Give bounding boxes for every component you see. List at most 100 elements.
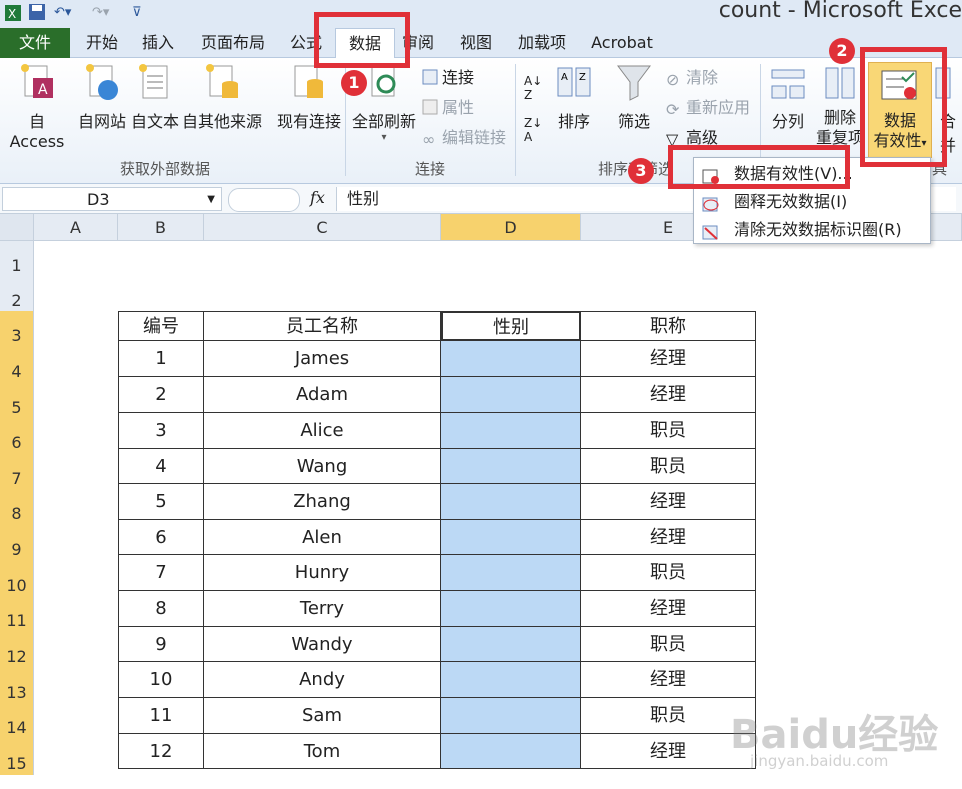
name-box-dropdown-icon[interactable]: ▼ <box>207 188 215 212</box>
redo-icon[interactable]: ↷▾ <box>92 3 109 23</box>
column-header-a[interactable]: A <box>34 214 118 241</box>
table-cell[interactable] <box>441 555 581 591</box>
table-cell[interactable]: Sam <box>204 698 441 734</box>
table-cell[interactable] <box>441 698 581 734</box>
table-cell[interactable] <box>441 449 581 484</box>
table-cell[interactable]: 9 <box>118 627 204 662</box>
table-header-cell[interactable]: 性别 <box>441 311 581 341</box>
insert-function-icon[interactable]: fx <box>310 188 325 207</box>
table-cell[interactable]: 经理 <box>581 484 756 520</box>
menu-item-clear-circles[interactable]: 清除无效数据标识圈(R) <box>694 216 930 244</box>
from-access-button[interactable]: A 自 Access <box>0 62 74 151</box>
table-cell[interactable] <box>441 520 581 555</box>
table-header-cell[interactable]: 编号 <box>118 311 204 341</box>
table-cell[interactable]: 4 <box>118 449 204 484</box>
tab-acrobat[interactable]: Acrobat <box>586 28 658 58</box>
table-cell[interactable] <box>441 377 581 413</box>
table-cell[interactable]: Hunry <box>204 555 441 591</box>
formula-bar-divider-handle[interactable] <box>228 188 300 212</box>
table-cell[interactable]: 职员 <box>581 449 756 484</box>
table-cell[interactable]: 10 <box>118 662 204 698</box>
row-header[interactable]: 1 <box>0 241 34 276</box>
row-header[interactable]: 3 <box>0 311 34 347</box>
table-cell[interactable]: 职员 <box>581 627 756 662</box>
row-header[interactable]: 8 <box>0 489 34 525</box>
table-cell[interactable] <box>441 591 581 627</box>
table-cell[interactable] <box>441 484 581 520</box>
row-header[interactable]: 5 <box>0 383 34 418</box>
tab-addins[interactable]: 加载项 <box>512 28 572 58</box>
sort-ascending-icon[interactable]: A↓ Z <box>524 74 542 102</box>
select-all-corner[interactable] <box>0 214 34 241</box>
sort-descending-icon[interactable]: Z↓ A <box>524 116 542 144</box>
table-cell[interactable]: 1 <box>118 341 204 377</box>
row-header[interactable]: 11 <box>0 596 34 632</box>
sort-button[interactable]: AZ 排序 <box>552 62 596 132</box>
table-cell[interactable]: Andy <box>204 662 441 698</box>
column-header-b[interactable]: B <box>118 214 204 241</box>
table-cell[interactable]: 经理 <box>581 341 756 377</box>
connections-button[interactable]: 连接 <box>422 66 474 90</box>
tab-home[interactable]: 开始 <box>80 28 124 58</box>
table-cell[interactable]: Wandy <box>204 627 441 662</box>
row-header[interactable]: 4 <box>0 347 34 383</box>
from-other-sources-button[interactable]: 自其他来源 <box>180 62 264 132</box>
table-cell[interactable]: 12 <box>118 734 204 769</box>
remove-duplicates-button[interactable]: 删除 重复项 <box>814 62 866 148</box>
table-cell[interactable]: 经理 <box>581 591 756 627</box>
menu-item-circle-invalid[interactable]: 圈释无效数据(I) <box>694 188 930 216</box>
text-to-columns-button[interactable]: 分列 <box>766 62 810 132</box>
row-header[interactable]: 10 <box>0 561 34 596</box>
table-cell[interactable]: 3 <box>118 413 204 449</box>
row-header[interactable]: 12 <box>0 632 34 668</box>
table-cell[interactable]: Terry <box>204 591 441 627</box>
save-icon[interactable] <box>28 3 46 23</box>
reapply-button[interactable]: ⟳ 重新应用 <box>666 96 750 120</box>
table-cell[interactable]: 8 <box>118 591 204 627</box>
row-header[interactable]: 13 <box>0 668 34 703</box>
table-cell[interactable] <box>441 662 581 698</box>
tab-page-layout[interactable]: 页面布局 <box>196 28 270 58</box>
filter-button[interactable]: 筛选 <box>612 62 656 132</box>
row-header[interactable]: 14 <box>0 703 34 739</box>
table-cell[interactable]: Tom <box>204 734 441 769</box>
table-cell[interactable]: 6 <box>118 520 204 555</box>
existing-connections-button[interactable]: 现有连接 <box>274 62 344 132</box>
column-header-d[interactable]: D <box>441 214 581 241</box>
from-text-button[interactable]: 自文本 <box>130 62 180 132</box>
clear-button[interactable]: ⊘ 清除 <box>666 66 718 90</box>
table-cell[interactable]: Alice <box>204 413 441 449</box>
table-cell[interactable]: 5 <box>118 484 204 520</box>
table-cell[interactable]: Wang <box>204 449 441 484</box>
table-cell[interactable] <box>441 734 581 769</box>
table-cell[interactable]: Adam <box>204 377 441 413</box>
table-cell[interactable]: 经理 <box>581 520 756 555</box>
customize-qat-icon[interactable]: ⊽ <box>132 3 142 23</box>
table-cell[interactable]: 职员 <box>581 413 756 449</box>
table-header-cell[interactable]: 职称 <box>581 311 756 341</box>
table-header-cell[interactable]: 员工名称 <box>204 311 441 341</box>
properties-button[interactable]: 属性 <box>422 96 474 120</box>
table-cell[interactable]: 经理 <box>581 377 756 413</box>
tab-file[interactable]: 文件 <box>0 28 70 58</box>
row-header[interactable]: 15 <box>0 739 34 775</box>
table-cell[interactable] <box>441 341 581 377</box>
from-web-button[interactable]: 自网站 <box>76 62 128 132</box>
table-cell[interactable] <box>441 627 581 662</box>
table-cell[interactable]: Alen <box>204 520 441 555</box>
undo-icon[interactable]: ↶▾ <box>54 3 71 23</box>
table-cell[interactable]: 7 <box>118 555 204 591</box>
table-cell[interactable]: 2 <box>118 377 204 413</box>
table-cell[interactable]: James <box>204 341 441 377</box>
table-cell[interactable]: 11 <box>118 698 204 734</box>
table-cell[interactable]: 职员 <box>581 555 756 591</box>
row-header[interactable]: 2 <box>0 276 34 311</box>
row-header[interactable]: 7 <box>0 454 34 489</box>
row-header[interactable]: 6 <box>0 418 34 454</box>
tab-insert[interactable]: 插入 <box>136 28 180 58</box>
column-header-c[interactable]: C <box>204 214 441 241</box>
table-cell[interactable]: Zhang <box>204 484 441 520</box>
edit-links-button[interactable]: ∞ 编辑链接 <box>422 126 506 150</box>
table-cell[interactable] <box>441 413 581 449</box>
tab-view[interactable]: 视图 <box>454 28 498 58</box>
